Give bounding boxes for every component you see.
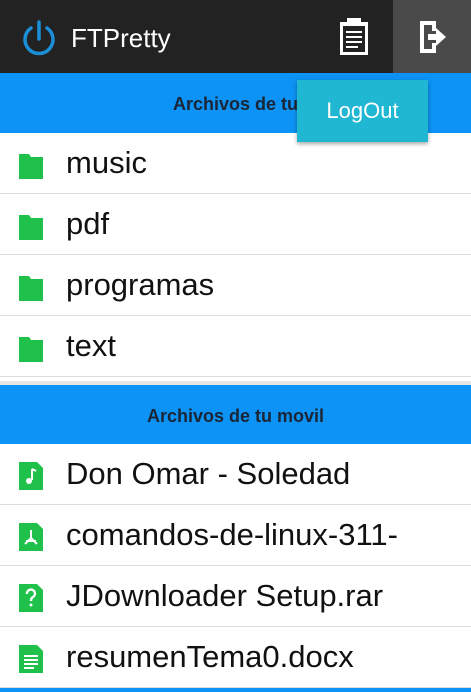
- item-label: Don Omar - Soledad: [66, 456, 351, 491]
- item-label: music: [66, 145, 147, 180]
- logout-button[interactable]: [393, 0, 471, 73]
- item-label: pdf: [66, 206, 110, 241]
- list-item[interactable]: music: [0, 133, 471, 194]
- list-item[interactable]: comandos-de-linux-311-: [0, 505, 471, 566]
- unknown-file-icon: [19, 584, 43, 612]
- document-file-icon: [19, 645, 43, 673]
- list-item[interactable]: pdf: [0, 194, 471, 255]
- list-item[interactable]: resumenTema0.docx: [0, 627, 471, 688]
- item-label: JDownloader Setup.rar: [66, 578, 384, 613]
- audio-file-icon: [19, 462, 43, 490]
- clipboard-icon: [340, 17, 368, 55]
- list-item[interactable]: JDownloader Setup.rar: [0, 566, 471, 627]
- app-title: FTPretty: [71, 23, 171, 53]
- bottom-accent-line: [0, 688, 471, 692]
- item-label: resumenTema0.docx: [66, 639, 354, 674]
- list-item[interactable]: Don Omar - Soledad: [0, 444, 471, 505]
- action-bar: FTPretty: [0, 0, 471, 73]
- remote-file-list: music pdf programas text: [0, 133, 471, 377]
- list-item[interactable]: programas: [0, 255, 471, 316]
- list-item[interactable]: text: [0, 316, 471, 377]
- folder-icon: [19, 215, 43, 240]
- local-files-header: Archivos de tu movil: [0, 381, 471, 444]
- item-label: programas: [66, 267, 215, 302]
- local-file-list: Don Omar - Soledad comandos-de-linux-311…: [0, 444, 471, 688]
- folder-icon: [19, 276, 43, 301]
- folder-icon: [19, 337, 43, 362]
- item-label: text: [66, 328, 116, 363]
- logout-popup-item[interactable]: LogOut: [297, 80, 428, 142]
- power-icon: [23, 20, 55, 56]
- item-label: comandos-de-linux-311-: [66, 517, 398, 552]
- pdf-file-icon: [19, 523, 43, 551]
- folder-icon: [19, 154, 43, 179]
- clipboard-button[interactable]: [315, 0, 393, 73]
- logout-icon: [420, 20, 446, 53]
